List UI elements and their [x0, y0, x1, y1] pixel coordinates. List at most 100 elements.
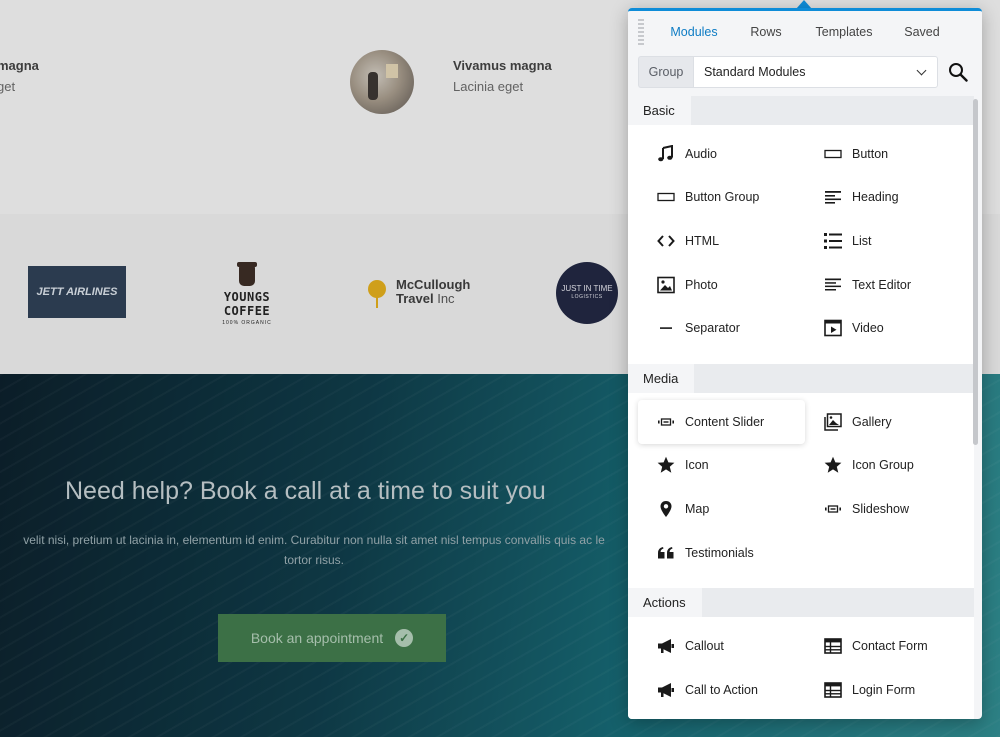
drag-handle-icon[interactable] — [638, 19, 644, 45]
avatar — [350, 50, 414, 114]
check-circle-icon: ✓ — [395, 629, 414, 647]
module-label: Login Form — [852, 682, 916, 697]
map-pin-icon — [657, 500, 675, 518]
logo-text: YOUNGS COFFEE — [223, 290, 271, 318]
photo-icon — [657, 276, 675, 294]
module-gallery[interactable]: Gallery — [805, 400, 972, 444]
module-label: List — [852, 233, 872, 248]
module-icon-group[interactable]: Icon Group — [805, 444, 972, 488]
logo-subtext: Inc — [437, 291, 455, 306]
module-callout[interactable]: Callout — [638, 624, 805, 668]
tab-rows[interactable]: Rows — [730, 25, 802, 39]
module-login-form[interactable]: Login Form — [805, 668, 972, 712]
book-appointment-button[interactable]: Book an appointment ✓ — [218, 614, 446, 662]
separator-icon — [657, 319, 675, 337]
logo-text: JETT AIRLINES — [36, 286, 118, 298]
section-title: Media — [628, 363, 695, 393]
slider-icon — [824, 500, 842, 518]
group-label: Group — [638, 56, 693, 88]
section-title: Actions — [628, 588, 702, 618]
module-panel: Modules Rows Templates Saved Group Stand… — [628, 8, 982, 719]
module-button[interactable]: Button — [805, 132, 972, 176]
team-member-role: Lacinia eget — [453, 79, 524, 94]
module-heading[interactable]: Heading — [805, 176, 972, 220]
gallery-icon — [824, 413, 842, 431]
quote-icon — [657, 544, 675, 562]
chevron-down-icon — [916, 65, 927, 75]
music-note-icon — [657, 144, 675, 163]
logo-text: Travel — [396, 291, 434, 306]
module-video[interactable]: Video — [805, 306, 972, 350]
code-brackets-icon — [657, 232, 675, 250]
module-audio[interactable]: Audio — [638, 132, 805, 176]
logo-jett-airlines: JETT AIRLINES — [28, 266, 126, 318]
button-rect-icon — [657, 188, 675, 206]
cta-body-line: velit nisi, pretium ut lacinia in, eleme… — [23, 533, 605, 547]
logo-text: JUST IN TIME — [561, 284, 613, 293]
scrollbar[interactable] — [973, 99, 978, 445]
tab-saved[interactable]: Saved — [886, 25, 958, 39]
group-selector: Group Standard Modules — [638, 56, 938, 88]
module-slideshow[interactable]: Slideshow — [805, 487, 972, 531]
module-label: Separator — [685, 321, 740, 336]
video-icon — [824, 319, 842, 337]
module-button-group[interactable]: Button Group — [638, 176, 805, 220]
form-table-icon — [824, 681, 842, 699]
panel-tabs: Modules Rows Templates Saved — [658, 11, 958, 53]
module-label: Text Editor — [852, 277, 912, 292]
cta-title: Need help? Book a call at a time to suit… — [65, 477, 546, 505]
logo-subtext: LOGISTICS — [571, 294, 603, 300]
tab-templates[interactable]: Templates — [802, 25, 886, 39]
tab-modules[interactable]: Modules — [658, 25, 730, 39]
module-label: Photo — [685, 277, 718, 292]
star-icon — [824, 456, 842, 474]
module-contact-form[interactable]: Contact Form — [805, 624, 972, 668]
team-member-name: magna — [0, 58, 39, 73]
logo-text: McCullough — [396, 277, 471, 292]
team-member-card: Vivamus magna Lacinia eget — [453, 58, 552, 94]
section-modules: Content Slider Gallery Icon Icon Group Map Sl… — [638, 393, 974, 588]
section-header-media: Media — [628, 363, 974, 393]
module-testimonials[interactable]: Testimonials — [638, 531, 805, 575]
module-separator[interactable]: Separator — [638, 306, 805, 350]
logo-mccullough-travel: McCullough Travel Inc — [368, 277, 471, 308]
cta-body-line: tortor risus. — [283, 553, 344, 567]
form-table-icon — [824, 637, 842, 655]
module-html[interactable]: HTML — [638, 219, 805, 263]
module-list[interactable]: List — [805, 219, 972, 263]
section-header-basic: Basic — [628, 96, 974, 125]
module-label: Icon — [685, 458, 709, 473]
section-modules: Audio Button Button Group Heading HTML List Ph… — [638, 125, 974, 364]
module-map[interactable]: Map — [638, 487, 805, 531]
module-content-slider[interactable]: Content Slider — [638, 399, 805, 444]
team-member-role: get — [0, 79, 16, 94]
heading-lines-icon — [824, 188, 842, 206]
module-call-to-action[interactable]: Call to Action — [638, 668, 805, 712]
logo-just-in-time: JUST IN TIME LOGISTICS — [556, 262, 618, 324]
section-title: Basic — [628, 96, 691, 125]
coffee-cup-icon — [237, 262, 257, 286]
module-label: Gallery — [852, 414, 892, 429]
map-pin-icon — [368, 280, 386, 308]
module-label: HTML — [685, 233, 720, 248]
module-label: Button — [852, 146, 889, 161]
group-select[interactable]: Standard Modules — [693, 56, 938, 88]
module-label: Call to Action — [685, 682, 758, 697]
module-label: Testimonials — [685, 545, 754, 560]
module-label: Contact Form — [852, 639, 928, 654]
module-icon[interactable]: Icon — [638, 444, 805, 488]
module-photo[interactable]: Photo — [638, 263, 805, 307]
panel-header: Modules Rows Templates Saved — [628, 11, 982, 53]
cta-body: velit nisi, pretium ut lacinia in, eleme… — [0, 530, 634, 570]
slider-icon — [657, 413, 675, 431]
list-icon — [824, 232, 842, 250]
module-label: Heading — [852, 190, 899, 205]
module-label: Slideshow — [852, 501, 909, 516]
button-rect-icon — [824, 145, 842, 163]
module-list: Basic Audio Button Button Group Heading HTML L… — [628, 96, 974, 719]
text-editor-icon — [824, 276, 842, 294]
module-text-editor[interactable]: Text Editor — [805, 263, 972, 307]
search-icon[interactable] — [948, 62, 968, 82]
module-label: Video — [852, 321, 884, 336]
star-icon — [657, 456, 675, 474]
